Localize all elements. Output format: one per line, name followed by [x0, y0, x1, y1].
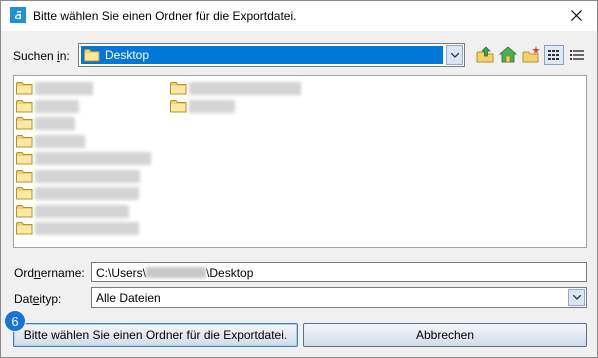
file-type-value: Alle Dateien — [96, 291, 161, 305]
close-icon — [571, 10, 582, 21]
chevron-down-icon — [573, 295, 581, 300]
folder-item[interactable]: Item 11 — [170, 98, 238, 114]
cancel-button[interactable]: Abbrechen — [303, 323, 587, 347]
title-bar: Bitte wählen Sie einen Ordner für die Ex… — [1, 1, 597, 31]
folder-item-name: Item 1 — [35, 82, 93, 95]
folder-item-name: Item 11 — [189, 99, 235, 113]
file-type-select[interactable]: Alle Dateien — [91, 287, 587, 308]
window-title: Bitte wählen Sie einen Ordner für die Ex… — [33, 9, 297, 23]
folder-name-field[interactable]: C:\Users\ \Desktop — [91, 262, 587, 282]
folder-icon — [16, 186, 33, 203]
folder-item[interactable]: Item 6 — [16, 168, 143, 184]
look-in-dropdown-button[interactable] — [446, 45, 463, 65]
folder-item-name: Item 2 — [35, 99, 79, 113]
close-button[interactable] — [557, 1, 597, 31]
up-folder-icon[interactable] — [475, 45, 495, 65]
folder-path-prefix: C:\Users\ — [96, 266, 147, 280]
step-number-badge: 6 — [4, 310, 26, 332]
folder-icon — [16, 116, 33, 133]
folder-icon — [170, 99, 187, 116]
folder-icon — [84, 48, 100, 65]
details-view-icon[interactable] — [567, 45, 587, 65]
folder-item[interactable]: Item 4 — [16, 133, 88, 149]
folder-icon — [16, 221, 33, 238]
new-folder-icon[interactable] — [521, 45, 541, 65]
file-type-dropdown-button[interactable] — [568, 289, 585, 306]
chevron-down-icon — [451, 53, 459, 58]
folder-item-name: Item 4 — [35, 134, 85, 148]
folder-item-name: Item 7 — [35, 187, 139, 200]
folder-item[interactable]: Item 7 — [16, 185, 142, 201]
folder-path-suffix: \Desktop — [206, 266, 254, 280]
look-in-label: Suchen in: — [13, 49, 70, 63]
select-folder-button[interactable]: Bitte wählen Sie einen Ordner für die Ex… — [13, 323, 298, 347]
folder-icon — [16, 134, 33, 151]
folder-item[interactable]: Item 1 — [16, 80, 96, 96]
folder-icon — [16, 204, 33, 221]
folder-icon — [16, 151, 33, 168]
folder-item[interactable]: Item 5 — [16, 150, 154, 166]
look-in-combobox[interactable]: Desktop — [78, 43, 465, 67]
look-in-value: Desktop — [105, 48, 150, 62]
folder-item-name: Item 8 — [35, 204, 129, 218]
folder-item[interactable]: Item 10 — [170, 80, 304, 96]
folder-item-name: Item 9 — [35, 222, 139, 235]
folder-item-name: Item 3 — [35, 117, 75, 130]
redacted-username — [146, 267, 207, 278]
list-view-icon[interactable] — [544, 45, 564, 65]
folder-name-label: Ordnername: — [14, 266, 85, 280]
look-in-selection: Desktop — [81, 46, 443, 64]
folder-item-name: Item 10 — [189, 82, 301, 95]
folder-icon — [16, 169, 33, 186]
folder-icon — [16, 81, 33, 98]
app-logo-icon — [10, 7, 26, 23]
file-type-label: Dateityp: — [14, 292, 62, 306]
export-folder-dialog: Bitte wählen Sie einen Ordner für die Ex… — [0, 0, 598, 358]
folder-item[interactable]: Item 8 — [16, 203, 132, 219]
folder-item[interactable]: Item 2 — [16, 98, 82, 114]
folder-icon — [16, 99, 33, 116]
folder-icon — [170, 81, 187, 98]
folder-item[interactable]: Item 3 — [16, 115, 78, 131]
folder-item-name: Item 6 — [35, 169, 140, 183]
home-icon[interactable] — [498, 45, 518, 65]
folder-item-name: Item 5 — [35, 152, 151, 165]
folder-item[interactable]: Item 9 — [16, 220, 142, 236]
folder-list[interactable]: Item 1 Item 2 Item 3 Item 4 Item 5 Item 6 Item… — [13, 75, 587, 248]
